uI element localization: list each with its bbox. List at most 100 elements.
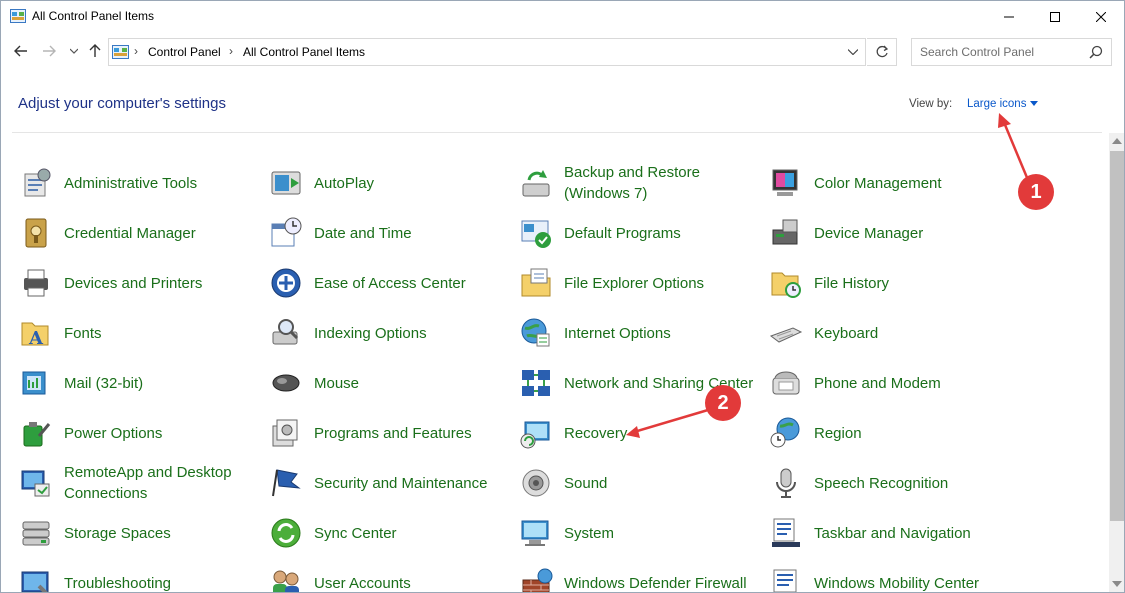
control-panel-item[interactable]: Device Manager <box>769 208 1009 258</box>
users-icon[interactable] <box>269 566 303 593</box>
control-panel-item[interactable]: Region <box>769 408 1009 458</box>
recovery-icon[interactable] <box>519 416 553 450</box>
vertical-scrollbar[interactable] <box>1109 133 1125 593</box>
control-panel-item[interactable]: AFonts <box>19 308 259 358</box>
printer-icon[interactable] <box>19 266 53 300</box>
control-panel-item[interactable]: User Accounts <box>269 558 509 593</box>
control-panel-item[interactable]: AutoPlay <box>269 158 509 208</box>
storage-icon[interactable] <box>19 516 53 550</box>
item-label[interactable]: Administrative Tools <box>64 173 197 194</box>
item-label[interactable]: Devices and Printers <box>64 273 202 294</box>
recent-locations-button[interactable] <box>65 42 83 60</box>
item-label[interactable]: Recovery <box>564 423 627 444</box>
autoplay-icon[interactable] <box>269 166 303 200</box>
close-button[interactable] <box>1078 1 1124 32</box>
back-button[interactable] <box>12 42 30 60</box>
admin-tools-icon[interactable] <box>19 166 53 200</box>
maximize-button[interactable] <box>1032 1 1078 32</box>
item-label[interactable]: Default Programs <box>564 223 681 244</box>
forward-button[interactable] <box>40 42 58 60</box>
control-panel-item[interactable]: Internet Options <box>519 308 759 358</box>
refresh-button[interactable] <box>867 38 897 66</box>
item-label[interactable]: System <box>564 523 614 544</box>
remoteapp-icon[interactable] <box>19 466 53 500</box>
control-panel-item[interactable]: Default Programs <box>519 208 759 258</box>
system-icon[interactable] <box>519 516 553 550</box>
programs-icon[interactable] <box>269 416 303 450</box>
breadcrumb-control-panel[interactable]: Control Panel <box>148 45 221 59</box>
search-placeholder[interactable]: Search Control Panel <box>920 45 1034 59</box>
item-label[interactable]: Date and Time <box>314 223 412 244</box>
control-panel-item[interactable]: Administrative Tools <box>19 158 259 208</box>
item-label[interactable]: Device Manager <box>814 223 923 244</box>
default-programs-icon[interactable] <box>519 216 553 250</box>
control-panel-item[interactable]: Credential Manager <box>19 208 259 258</box>
control-panel-item[interactable]: Windows Defender Firewall <box>519 558 759 593</box>
troubleshoot-icon[interactable] <box>19 566 53 593</box>
globe-icon[interactable] <box>519 316 553 350</box>
region-icon[interactable] <box>769 416 803 450</box>
taskbar-icon[interactable] <box>769 516 803 550</box>
firewall-icon[interactable] <box>519 566 553 593</box>
up-button[interactable] <box>86 42 104 60</box>
item-label[interactable]: Internet Options <box>564 323 671 344</box>
calendar-clock-icon[interactable] <box>269 216 303 250</box>
control-panel-item[interactable]: Security and Maintenance <box>269 458 509 508</box>
item-label[interactable]: Troubleshooting <box>64 573 171 593</box>
network-icon[interactable] <box>519 366 553 400</box>
flag-icon[interactable] <box>269 466 303 500</box>
item-label[interactable]: Phone and Modem <box>814 373 941 394</box>
file-history-icon[interactable] <box>769 266 803 300</box>
view-by-dropdown[interactable]: Large icons <box>967 98 1038 110</box>
item-label[interactable]: Indexing Options <box>314 323 427 344</box>
scroll-down-icon[interactable] <box>1112 581 1122 587</box>
item-label[interactable]: Power Options <box>64 423 162 444</box>
control-panel-item[interactable]: File Explorer Options <box>519 258 759 308</box>
item-label[interactable]: Programs and Features <box>314 423 472 444</box>
item-label[interactable]: Sync Center <box>314 523 397 544</box>
phone-icon[interactable] <box>769 366 803 400</box>
fonts-icon[interactable]: A <box>19 316 53 350</box>
scroll-up-icon[interactable] <box>1112 138 1122 144</box>
item-label[interactable]: Windows Mobility Center <box>814 573 979 593</box>
control-panel-item[interactable]: Windows Mobility Center <box>769 558 1009 593</box>
ease-of-access-icon[interactable] <box>269 266 303 300</box>
item-label[interactable]: AutoPlay <box>314 173 374 194</box>
backup-icon[interactable] <box>519 166 553 200</box>
control-panel-item[interactable]: Ease of Access Center <box>269 258 509 308</box>
control-panel-item[interactable]: Programs and Features <box>269 408 509 458</box>
item-label[interactable]: Color Management <box>814 173 942 194</box>
speaker-icon[interactable] <box>519 466 553 500</box>
item-label[interactable]: Keyboard <box>814 323 878 344</box>
minimize-button[interactable] <box>986 1 1032 32</box>
control-panel-item[interactable]: Taskbar and Navigation <box>769 508 1009 558</box>
control-panel-item[interactable]: Power Options <box>19 408 259 458</box>
item-label[interactable]: Speech Recognition <box>814 473 948 494</box>
control-panel-item[interactable]: Sync Center <box>269 508 509 558</box>
control-panel-item[interactable]: Troubleshooting <box>19 558 259 593</box>
item-label[interactable]: Windows Defender Firewall <box>564 573 747 593</box>
control-panel-item[interactable]: RemoteApp and Desktop Connections <box>19 458 259 508</box>
item-label[interactable]: Storage Spaces <box>64 523 171 544</box>
control-panel-item[interactable]: Mail (32-bit) <box>19 358 259 408</box>
mobility-icon[interactable] <box>769 566 803 593</box>
breadcrumb-all-items[interactable]: All Control Panel Items <box>243 45 365 59</box>
power-icon[interactable] <box>19 416 53 450</box>
item-label[interactable]: File Explorer Options <box>564 273 704 294</box>
search-icon[interactable] <box>1089 45 1103 59</box>
control-panel-item[interactable]: Mouse <box>269 358 509 408</box>
control-panel-item[interactable]: File History <box>769 258 1009 308</box>
item-label[interactable]: Backup and Restore (Windows 7) <box>564 162 749 204</box>
indexing-icon[interactable] <box>269 316 303 350</box>
item-label[interactable]: Sound <box>564 473 607 494</box>
control-panel-item[interactable]: Phone and Modem <box>769 358 1009 408</box>
item-label[interactable]: Security and Maintenance <box>314 473 487 494</box>
control-panel-item[interactable]: Date and Time <box>269 208 509 258</box>
item-label[interactable]: Mouse <box>314 373 359 394</box>
color-management-icon[interactable] <box>769 166 803 200</box>
control-panel-item[interactable]: Backup and Restore (Windows 7) <box>519 158 759 208</box>
control-panel-item[interactable]: Sound <box>519 458 759 508</box>
sync-icon[interactable] <box>269 516 303 550</box>
item-label[interactable]: User Accounts <box>314 573 411 593</box>
device-manager-icon[interactable] <box>769 216 803 250</box>
